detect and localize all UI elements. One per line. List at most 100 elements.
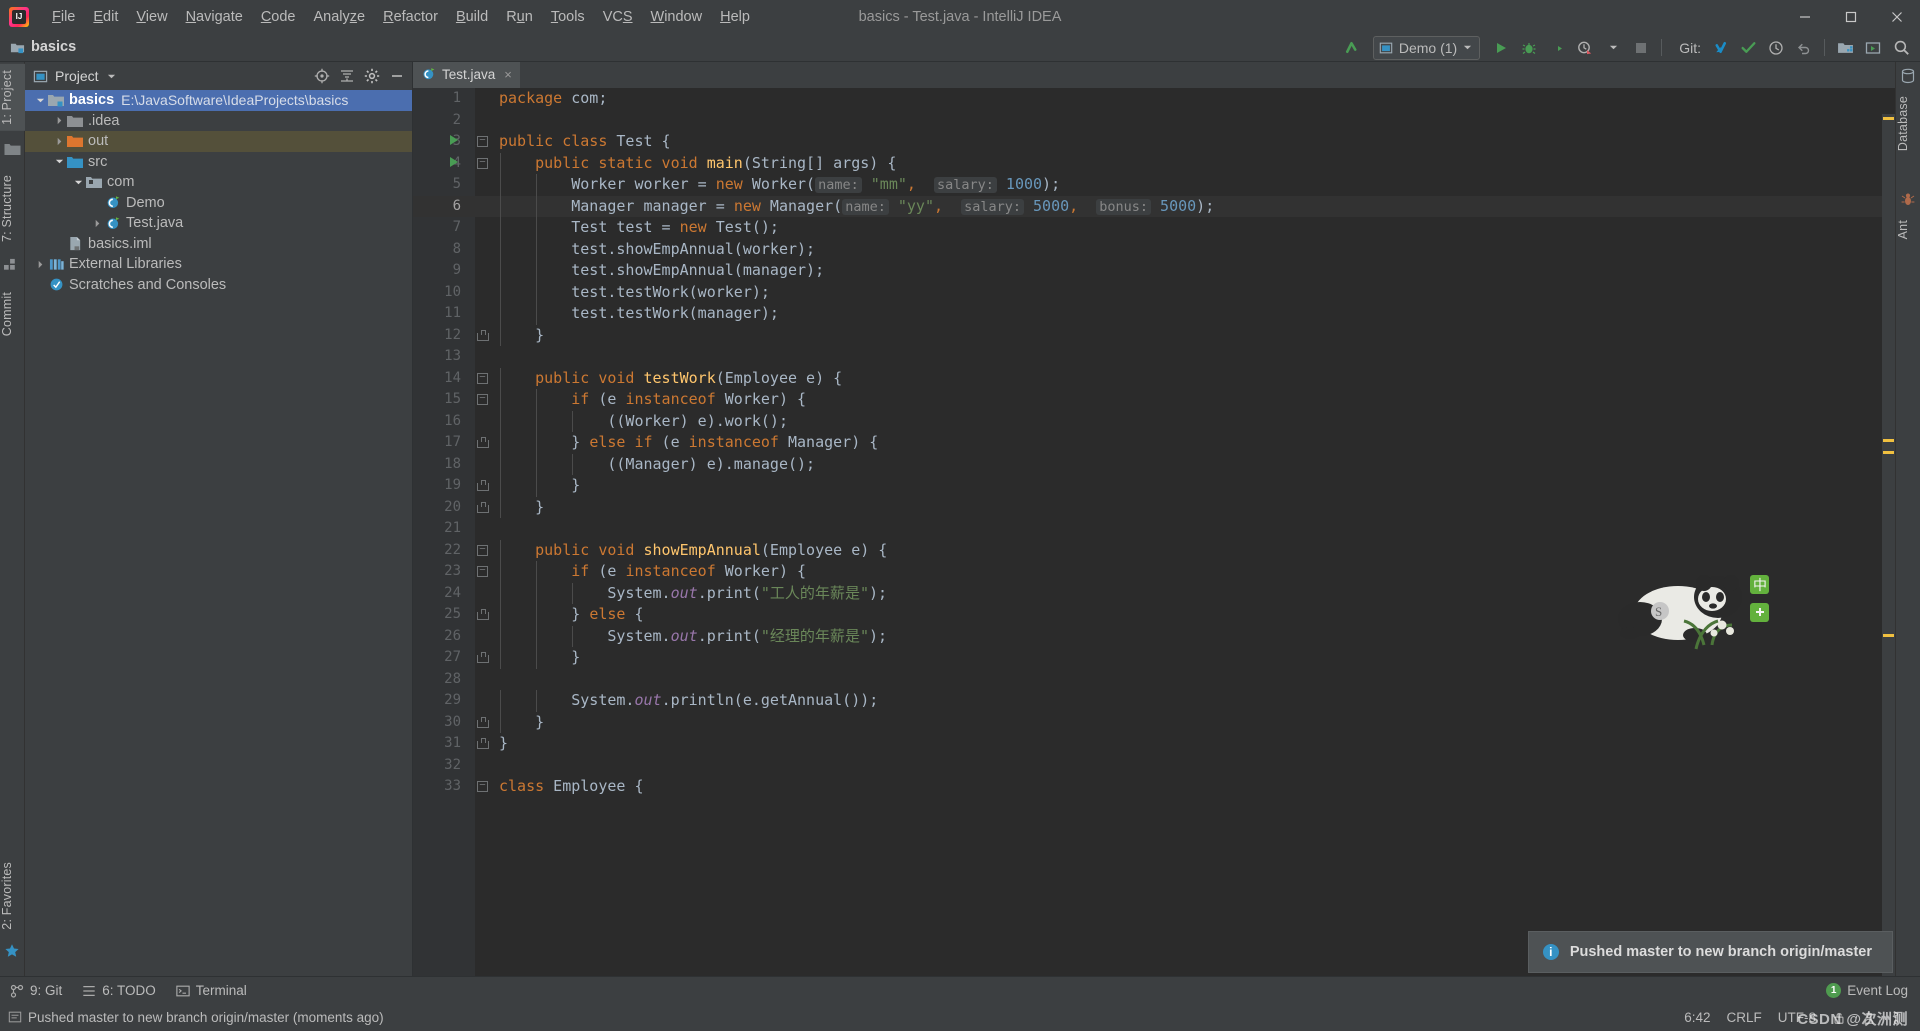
code-line[interactable]: 3public class Test {	[413, 131, 1895, 153]
stripe-warning-marker-3[interactable]	[1883, 451, 1894, 454]
code-line[interactable]: 21	[413, 518, 1895, 540]
chevron-down-icon[interactable]	[71, 178, 85, 187]
menu-item-edit[interactable]: Edit	[84, 6, 127, 28]
fold-end-icon[interactable]	[477, 609, 489, 620]
stripe-warning-marker-4[interactable]	[1883, 634, 1894, 637]
file-encoding[interactable]: UTF-8	[1778, 1010, 1816, 1025]
bottom-item-git[interactable]: 9: Git	[0, 980, 72, 1001]
code-line[interactable]: 2	[413, 110, 1895, 132]
code-line[interactable]: 31}	[413, 733, 1895, 755]
structure-icon[interactable]	[4, 258, 21, 275]
chevron-right-icon[interactable]	[52, 116, 66, 125]
code-line[interactable]: 10 test.testWork(worker);	[413, 281, 1895, 303]
lock-icon[interactable]	[1832, 1011, 1846, 1025]
sidebar-item-database[interactable]: Database	[1896, 90, 1920, 157]
menu-item-window[interactable]: Window	[642, 6, 712, 28]
favorites-star-icon[interactable]	[4, 943, 21, 960]
code-line[interactable]: 8 test.showEmpAnnual(worker);	[413, 238, 1895, 260]
menu-item-vcs[interactable]: VCS	[594, 6, 642, 28]
menu-item-file[interactable]: File	[43, 6, 84, 28]
tree-node--idea[interactable]: .idea	[25, 111, 412, 132]
git-update-project-icon[interactable]	[1707, 35, 1733, 60]
tree-node-com[interactable]: com	[25, 172, 412, 193]
hide-panel-icon[interactable]	[386, 65, 408, 87]
debug-button[interactable]	[1516, 35, 1542, 60]
fold-collapse-icon[interactable]	[477, 394, 488, 405]
sidebar-item-ant[interactable]: Ant	[1896, 214, 1920, 245]
code-line[interactable]: 4 public static void main(String[] args)…	[413, 152, 1895, 174]
stop-button[interactable]	[1628, 35, 1654, 60]
code-line[interactable]: 19 }	[413, 475, 1895, 497]
settings-gear-icon[interactable]	[361, 65, 383, 87]
fold-end-icon[interactable]	[477, 501, 489, 513]
git-revert-icon[interactable]	[1791, 35, 1817, 60]
tree-node-basics[interactable]: basics E:\JavaSoftware\IdeaProjects\basic…	[25, 90, 412, 111]
bottom-item-terminal[interactable]: Terminal	[166, 980, 257, 1001]
code-line[interactable]: 9 test.showEmpAnnual(manager);	[413, 260, 1895, 282]
tree-node-test-java[interactable]: Test.java	[25, 213, 412, 234]
code-line[interactable]: 11 test.testWork(manager);	[413, 303, 1895, 325]
close-button[interactable]	[1874, 0, 1920, 33]
tree-node-external-libraries[interactable]: External Libraries	[25, 254, 412, 275]
code-line[interactable]: 17 } else if (e instanceof Manager) {	[413, 432, 1895, 454]
menu-item-code[interactable]: Code	[252, 6, 305, 28]
git-commit-icon[interactable]	[1735, 35, 1761, 60]
fold-collapse-icon[interactable]	[477, 157, 488, 169]
git-history-icon[interactable]	[1763, 35, 1789, 60]
tree-node-out[interactable]: out	[25, 131, 412, 152]
fold-end-icon[interactable]	[477, 652, 489, 663]
code-line[interactable]: 5 Worker worker = new Worker(name: "mm",…	[413, 174, 1895, 196]
code-editor[interactable]: 1package com;23public class Test {4 publ…	[413, 88, 1895, 976]
code-line[interactable]: 13	[413, 346, 1895, 368]
code-line[interactable]: 18 ((Manager) e).manage();	[413, 453, 1895, 475]
sidebar-item-project[interactable]: 1: Project	[0, 64, 25, 131]
menu-item-run[interactable]: Run	[497, 6, 542, 28]
ant-icon[interactable]	[1900, 192, 1917, 209]
collapse-all-icon[interactable]	[336, 65, 358, 87]
tree-node-scratches-and-consoles[interactable]: Scratches and Consoles	[25, 275, 412, 296]
menu-item-refactor[interactable]: Refactor	[374, 6, 447, 28]
maximize-button[interactable]	[1828, 0, 1874, 33]
scroll-from-source-icon[interactable]	[311, 65, 333, 87]
editor-tab-test-java[interactable]: Test.java ×	[413, 62, 520, 88]
event-log-area[interactable]: 1 Event Log	[1826, 983, 1920, 998]
fold-collapse-icon[interactable]	[477, 544, 488, 556]
chevron-down-icon[interactable]	[52, 157, 66, 166]
chevron-right-icon[interactable]	[33, 260, 47, 269]
fold-end-icon[interactable]	[477, 437, 489, 448]
project-view-chevron-down-icon[interactable]	[107, 72, 116, 81]
inspector-icon[interactable]	[1862, 1011, 1876, 1025]
notification-balloon[interactable]: i Pushed master to new branch origin/mas…	[1527, 931, 1893, 973]
stripe-warning-marker-2[interactable]	[1883, 439, 1894, 442]
code-line[interactable]: 15 if (e instanceof Worker) {	[413, 389, 1895, 411]
run-with-coverage-button[interactable]	[1544, 35, 1570, 60]
vcs-update-icon[interactable]	[1339, 35, 1365, 60]
code-line[interactable]: 16 ((Worker) e).work();	[413, 410, 1895, 432]
fold-end-icon[interactable]	[477, 329, 489, 341]
editor-error-stripe[interactable]	[1882, 114, 1895, 976]
sidebar-item-commit[interactable]: Commit	[0, 286, 25, 342]
run-gutter-icon[interactable]	[450, 156, 458, 167]
code-line[interactable]: 14 public void testWork(Employee e) {	[413, 367, 1895, 389]
chevron-right-icon[interactable]	[52, 137, 66, 146]
line-separator[interactable]: CRLF	[1726, 1010, 1761, 1025]
minimize-button[interactable]	[1782, 0, 1828, 33]
fold-collapse-icon[interactable]	[477, 566, 488, 577]
code-content[interactable]: 1package com;23public class Test {4 publ…	[413, 88, 1895, 976]
caret-position[interactable]: 6:42	[1684, 1010, 1710, 1025]
breadcrumb[interactable]: basics	[10, 39, 76, 55]
stripe-warning-marker[interactable]	[1883, 117, 1894, 120]
fold-end-icon[interactable]	[477, 738, 489, 749]
menu-item-tools[interactable]: Tools	[542, 6, 594, 28]
menu-item-view[interactable]: View	[127, 6, 176, 28]
editor-tab-close-icon[interactable]: ×	[504, 67, 512, 82]
run-dropdown-icon[interactable]	[1600, 35, 1626, 60]
sidebar-item-structure[interactable]: 7: Structure	[0, 169, 25, 248]
fold-end-icon[interactable]	[477, 480, 489, 491]
sidebar-item-favorites[interactable]: 2: Favorites	[0, 856, 25, 936]
bottom-item-todo[interactable]: 6: TODO	[72, 980, 166, 1001]
project-files-icon[interactable]	[4, 142, 21, 159]
profiler-button[interactable]	[1572, 35, 1598, 60]
code-line[interactable]: 6 Manager manager = new Manager(name: "y…	[413, 195, 1895, 217]
menu-item-help[interactable]: Help	[711, 6, 759, 28]
